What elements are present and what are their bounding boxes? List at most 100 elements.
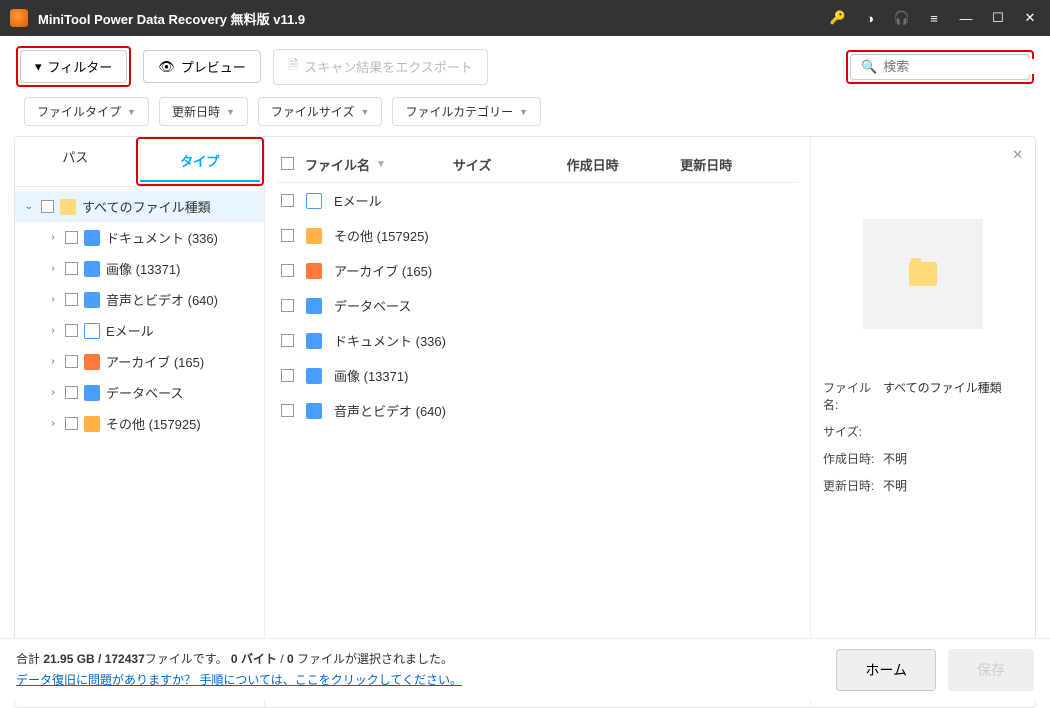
tab-type[interactable]: タイプ [140, 141, 261, 182]
chip-filetype[interactable]: ファイルタイプ▼ [24, 97, 149, 126]
tree-item[interactable]: ›ドキュメント (336) [15, 222, 264, 253]
folder-icon [60, 199, 76, 215]
detail-created-label: 作成日時: [823, 450, 883, 467]
col-created[interactable]: 作成日時 [567, 155, 681, 174]
tree-item[interactable]: › その他 (157925) [15, 408, 264, 439]
sidebar: パス タイプ ⌄ すべてのファイル種類 ›ドキュメント (336)›画像 (13… [15, 137, 265, 707]
chip-modified[interactable]: 更新日時▼ [159, 97, 248, 126]
tab-path[interactable]: パス [15, 137, 136, 186]
tree-root[interactable]: ⌄ すべてのファイル種類 [15, 191, 264, 222]
titlebar: MiniTool Power Data Recovery 無料版 v11.9 🔑… [0, 0, 1050, 36]
list-row[interactable]: データベース [277, 288, 798, 323]
checkbox[interactable] [281, 299, 294, 312]
toolbar: ▾ フィルター 👁 プレビュー 🗎 スキャン結果をエクスポート 🔍 [0, 36, 1050, 97]
type-icon [306, 228, 322, 244]
tree-item[interactable]: ›データベース [15, 377, 264, 408]
tree-item[interactable]: ›Eメール [15, 315, 264, 346]
checkbox[interactable] [65, 262, 78, 275]
checkbox-all[interactable] [281, 157, 294, 170]
type-icon [84, 230, 100, 246]
minimize-icon[interactable]: — [956, 8, 976, 28]
chevron-down-icon: ▼ [127, 107, 136, 117]
detail-panel: ✕ ファイル名:すべてのファイル種類 サイズ: 作成日時:不明 更新日時:不明 [810, 137, 1035, 707]
checkbox[interactable] [65, 324, 78, 337]
chevron-right-icon: › [47, 418, 59, 429]
type-icon [84, 261, 100, 277]
close-detail-icon[interactable]: ✕ [1012, 147, 1023, 163]
filter-label: フィルター [48, 57, 113, 76]
key-icon[interactable]: 🔑 [828, 8, 848, 28]
type-icon [306, 263, 322, 279]
home-button[interactable]: ホーム [836, 649, 936, 691]
sort-icon: ▼ [376, 159, 386, 170]
filter-button[interactable]: ▾ フィルター [20, 50, 127, 83]
chevron-down-icon: ▼ [226, 107, 235, 117]
main-panel: パス タイプ ⌄ すべてのファイル種類 ›ドキュメント (336)›画像 (13… [14, 136, 1036, 708]
list-row-label: 画像 (13371) [334, 366, 408, 385]
chip-category[interactable]: ファイルカテゴリー▼ [392, 97, 541, 126]
chevron-right-icon: › [47, 263, 59, 274]
list-row[interactable]: アーカイブ (165) [277, 253, 798, 288]
type-icon [306, 298, 322, 314]
search-input[interactable] [883, 59, 1050, 74]
list-row-label: その他 (157925) [334, 226, 429, 245]
checkbox[interactable] [281, 264, 294, 277]
checkbox[interactable] [281, 194, 294, 207]
list-row[interactable]: その他 (157925) [277, 218, 798, 253]
filter-highlight: ▾ フィルター [16, 46, 131, 87]
type-tab-highlight: タイプ [136, 137, 265, 186]
list-row[interactable]: ドキュメント (336) [277, 323, 798, 358]
tree-item[interactable]: ›画像 (13371) [15, 253, 264, 284]
tree-item-label: その他 (157925) [106, 414, 201, 433]
globe-icon[interactable]: ◑ [860, 8, 880, 28]
detail-name-label: ファイル名: [823, 379, 883, 413]
list-row[interactable]: 画像 (13371) [277, 358, 798, 393]
headset-icon[interactable]: 🎧 [892, 8, 912, 28]
list-row[interactable]: Eメール [277, 183, 798, 218]
search-icon: 🔍 [861, 59, 877, 75]
chevron-right-icon: › [47, 356, 59, 367]
sidebar-tabs: パス タイプ [15, 137, 264, 187]
preview-thumbnail [863, 219, 983, 329]
tree-root-label: すべてのファイル種類 [82, 197, 211, 216]
checkbox[interactable] [65, 417, 78, 430]
search-box[interactable]: 🔍 [850, 54, 1030, 80]
maximize-icon[interactable]: ☐ [988, 8, 1008, 28]
col-filename[interactable]: ファイル名 ▼ [305, 155, 453, 174]
type-icon [306, 193, 322, 209]
help-link[interactable]: データ復旧に問題がありますか？ 手順については、ここをクリックしてください。 [16, 673, 462, 687]
chevron-right-icon: › [47, 387, 59, 398]
footer: 合計 21.95 GB / 172437ファイルです。 0 バイト / 0 ファ… [0, 638, 1050, 700]
eye-icon: 👁 [158, 59, 175, 75]
close-icon[interactable]: ✕ [1020, 8, 1040, 28]
col-modified[interactable]: 更新日時 [680, 155, 794, 174]
preview-button[interactable]: 👁 プレビュー [143, 50, 261, 83]
tree-item[interactable]: › アーカイブ (165) [15, 346, 264, 377]
tree-item-label: アーカイブ (165) [106, 352, 204, 371]
chip-filesize[interactable]: ファイルサイズ▼ [258, 97, 383, 126]
checkbox[interactable] [281, 334, 294, 347]
export-label: スキャン結果をエクスポート [304, 57, 473, 76]
type-icon [84, 292, 100, 308]
checkbox[interactable] [281, 404, 294, 417]
checkbox[interactable] [281, 369, 294, 382]
file-list: ファイル名 ▼ サイズ 作成日時 更新日時 Eメールその他 (157925) アー… [265, 137, 810, 707]
chevron-down-icon: ▼ [519, 107, 528, 117]
checkbox[interactable] [65, 355, 78, 368]
app-logo-icon [10, 9, 28, 27]
list-row[interactable]: 音声とビデオ (640) [277, 393, 798, 428]
app-title: MiniTool Power Data Recovery 無料版 v11.9 [38, 9, 828, 28]
export-icon: 🗎 [288, 56, 298, 78]
chevron-right-icon: › [47, 325, 59, 336]
menu-icon[interactable]: ≡ [924, 8, 944, 28]
tree-item[interactable]: ›音声とビデオ (640) [15, 284, 264, 315]
list-row-label: 音声とビデオ (640) [334, 401, 446, 420]
checkbox[interactable] [65, 231, 78, 244]
checkbox[interactable] [65, 386, 78, 399]
col-size[interactable]: サイズ [453, 155, 567, 174]
checkbox[interactable] [281, 229, 294, 242]
list-row-label: データベース [334, 296, 411, 315]
checkbox[interactable] [41, 200, 54, 213]
tree-item-label: ドキュメント (336) [106, 228, 218, 247]
checkbox[interactable] [65, 293, 78, 306]
